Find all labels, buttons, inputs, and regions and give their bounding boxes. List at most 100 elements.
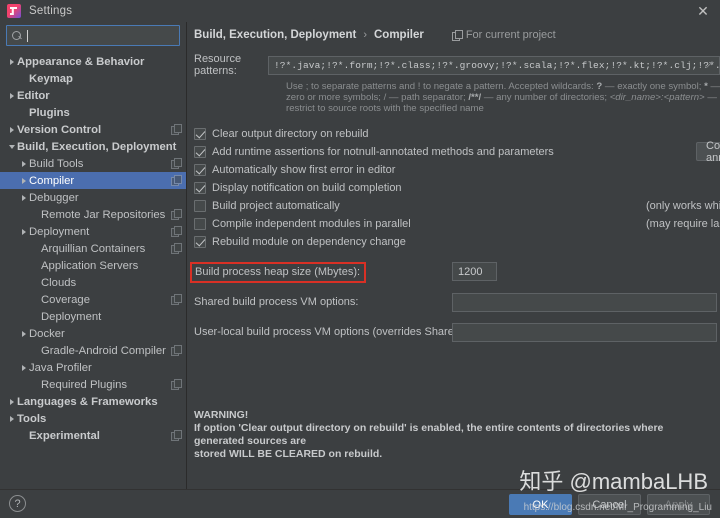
checkbox-clear-output-directory-on-rebuild[interactable] xyxy=(194,128,206,140)
help-icon[interactable]: ? xyxy=(9,495,26,512)
checkbox-note: (may require larger heap size) xyxy=(646,218,720,230)
chevron-right-icon[interactable] xyxy=(18,161,29,167)
resource-patterns-row: Resource patterns: !?*.java;!?*.form;!?*… xyxy=(194,53,720,77)
intellij-idea-icon xyxy=(7,4,21,18)
search-icon xyxy=(11,29,24,42)
sidebar-item-label: Tools xyxy=(17,412,47,425)
sidebar-item-docker[interactable]: Docker xyxy=(0,325,186,342)
checkbox-compile-independent-modules-in-parallel[interactable] xyxy=(194,218,206,230)
sidebar-item-label: Editor xyxy=(17,89,50,102)
checkbox-row: Build project automatically (only works w… xyxy=(194,197,720,215)
sidebar-item-label: Experimental xyxy=(29,429,100,442)
chevron-right-icon[interactable] xyxy=(18,331,29,337)
hint-wildcard-dirs: /**/ xyxy=(468,92,482,103)
sidebar-item-gradle-android-compiler[interactable]: Gradle-Android Compiler xyxy=(0,342,186,359)
dialog-footer: ? OK Cancel Apply xyxy=(0,489,720,518)
settings-sidebar: Appearance & Behavior Keymap Editor Plugins… xyxy=(0,22,187,489)
sidebar-item-label: Languages & Frameworks xyxy=(17,395,158,408)
checkbox-row: Compile independent modules in parallel (… xyxy=(194,215,720,233)
sidebar-item-deployment[interactable]: Deployment xyxy=(0,223,186,240)
userlocal-vm-options-row: User-local build process VM options (ove… xyxy=(194,322,720,342)
project-scope-icon xyxy=(451,29,463,41)
shared-vm-options-label: Shared build process VM options: xyxy=(194,296,359,308)
sidebar-item-version-control[interactable]: Version Control xyxy=(0,121,186,138)
sidebar-item-build-tools[interactable]: Build Tools xyxy=(0,155,186,172)
checkbox-automatically-show-first-error-in-editor[interactable] xyxy=(194,164,206,176)
breadcrumb: Build, Execution, Deployment › Compiler … xyxy=(188,22,720,41)
chevron-down-icon[interactable] xyxy=(6,145,17,149)
checkbox-row: Rebuild module on dependency change xyxy=(194,233,720,251)
chevron-right-icon[interactable] xyxy=(18,195,29,201)
breadcrumb-parent[interactable]: Build, Execution, Deployment xyxy=(194,29,356,41)
chevron-right-icon[interactable] xyxy=(6,93,17,99)
sidebar-item-arquillian-containers[interactable]: Arquillian Containers xyxy=(0,240,186,257)
checkbox-row: Add runtime assertions for notnull-annot… xyxy=(194,140,720,164)
chevron-right-icon[interactable] xyxy=(18,178,29,184)
apply-button[interactable]: Apply xyxy=(647,494,710,515)
checkbox-label[interactable]: Build project automatically xyxy=(212,200,340,212)
resource-patterns-field[interactable]: !?*.java;!?*.form;!?*.class;!?*.groovy;!… xyxy=(268,55,720,75)
sidebar-item-label: Build Tools xyxy=(29,157,84,170)
checkbox-label[interactable]: Clear output directory on rebuild xyxy=(212,128,369,140)
sidebar-item-languages-frameworks[interactable]: Languages & Frameworks xyxy=(0,393,186,410)
sidebar-item-compiler[interactable]: Compiler xyxy=(0,172,186,189)
heap-size-input[interactable] xyxy=(452,262,497,281)
cancel-button[interactable]: Cancel xyxy=(578,494,641,515)
checkbox-label[interactable]: Compile independent modules in parallel xyxy=(212,218,411,230)
project-scope-badge-icon xyxy=(171,430,182,441)
chevron-right-icon[interactable] xyxy=(6,127,17,133)
sidebar-item-coverage[interactable]: Coverage xyxy=(0,291,186,308)
sidebar-item-plugins[interactable]: Plugins xyxy=(0,104,186,121)
sidebar-item-editor[interactable]: Editor xyxy=(0,87,186,104)
shared-vm-options-input[interactable] xyxy=(452,292,717,312)
checkbox-label[interactable]: Rebuild module on dependency change xyxy=(212,236,406,248)
sidebar-item-label: Deployment xyxy=(29,225,90,238)
breadcrumb-current: Compiler xyxy=(373,29,424,41)
sidebar-item-deployment[interactable]: Deployment xyxy=(0,308,186,325)
ok-button[interactable]: OK xyxy=(509,494,572,515)
sidebar-item-build-execution-deployment[interactable]: Build, Execution, Deployment xyxy=(0,138,186,155)
sidebar-item-label: Coverage xyxy=(41,293,90,306)
close-icon[interactable]: ✕ xyxy=(694,3,712,19)
expand-arrow-icon[interactable]: ↗ xyxy=(705,60,715,71)
chevron-right-icon[interactable] xyxy=(6,416,17,422)
resource-patterns-hint: Use ; to separate patterns and ! to nega… xyxy=(286,81,720,114)
sidebar-item-remote-jar-repositories[interactable]: Remote Jar Repositories xyxy=(0,206,186,223)
checkbox-add-runtime-assertions-for-notnull-annotated-methods-and-parameters[interactable] xyxy=(194,146,206,158)
checkbox-rebuild-module-on-dependency-change[interactable] xyxy=(194,236,206,248)
chevron-right-icon[interactable] xyxy=(18,229,29,235)
sidebar-item-experimental[interactable]: Experimental xyxy=(0,427,186,444)
sidebar-item-label: Application Servers xyxy=(41,259,139,272)
chevron-right-icon[interactable] xyxy=(6,399,17,405)
sidebar-item-java-profiler[interactable]: Java Profiler xyxy=(0,359,186,376)
sidebar-item-appearance-behavior[interactable]: Appearance & Behavior xyxy=(0,53,186,70)
checkbox-build-project-automatically[interactable] xyxy=(194,200,206,212)
compiler-settings-panel: Build, Execution, Deployment › Compiler … xyxy=(188,22,720,489)
sidebar-item-application-servers[interactable]: Application Servers xyxy=(0,257,186,274)
checkbox-label[interactable]: Automatically show first error in editor xyxy=(212,164,395,176)
project-scope-badge-icon xyxy=(171,226,182,237)
search-input[interactable] xyxy=(28,29,175,42)
checkbox-label[interactable]: Add runtime assertions for notnull-annot… xyxy=(212,146,554,158)
project-scope-badge-icon xyxy=(171,379,182,390)
sidebar-item-keymap[interactable]: Keymap xyxy=(0,70,186,87)
sidebar-item-tools[interactable]: Tools xyxy=(0,410,186,427)
configure-annotations-button[interactable]: Configure annotations... xyxy=(696,140,720,164)
sidebar-item-debugger[interactable]: Debugger xyxy=(0,189,186,206)
search-box[interactable] xyxy=(6,25,180,46)
sidebar-item-required-plugins[interactable]: Required Plugins xyxy=(0,376,186,393)
chevron-right-icon[interactable] xyxy=(6,59,17,65)
heap-size-row: Build process heap size (Mbytes): xyxy=(190,261,720,283)
sidebar-item-label: Debugger xyxy=(29,191,79,204)
checkbox-row: Clear output directory on rebuild xyxy=(194,125,720,143)
sidebar-item-label: Deployment xyxy=(41,310,102,323)
warning-title: WARNING! xyxy=(194,409,249,421)
hint-dirname-pattern: <dir_name>:<pattern> xyxy=(609,92,705,103)
checkbox-label[interactable]: Display notification on build completion xyxy=(212,182,402,194)
heap-size-label: Build process heap size (Mbytes): xyxy=(190,261,367,283)
project-scope-badge-icon xyxy=(171,124,182,135)
checkbox-display-notification-on-build-completion[interactable] xyxy=(194,182,206,194)
userlocal-vm-options-input[interactable] xyxy=(452,322,717,342)
chevron-right-icon[interactable] xyxy=(18,365,29,371)
sidebar-item-clouds[interactable]: Clouds xyxy=(0,274,186,291)
